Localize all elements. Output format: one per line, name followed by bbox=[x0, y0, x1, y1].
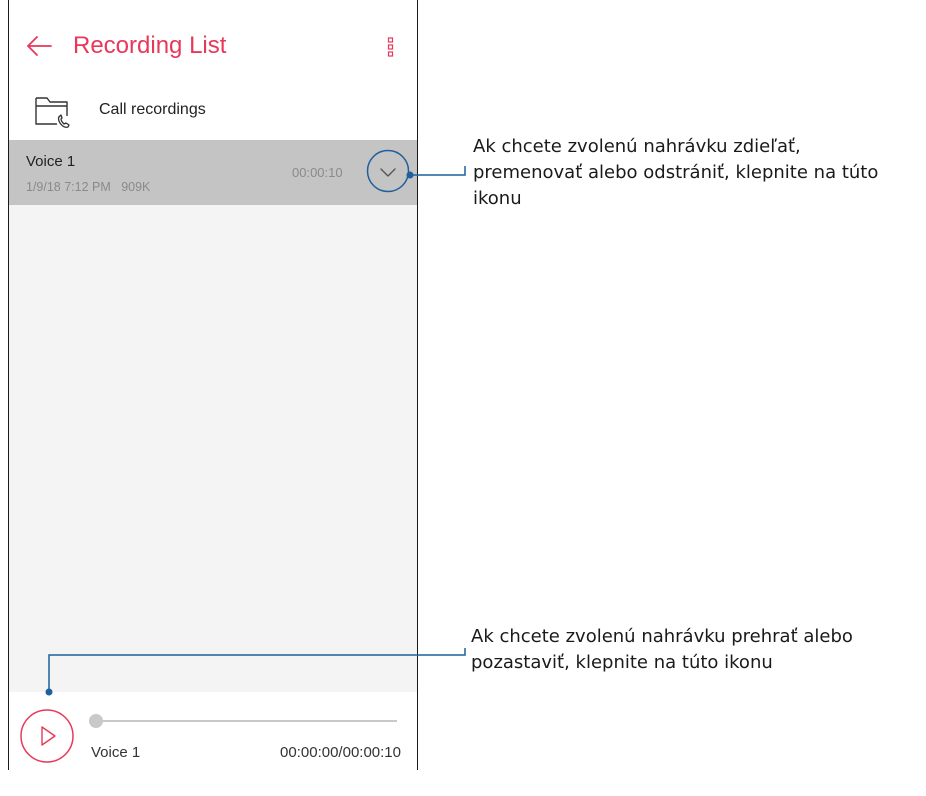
recording-list: Voice 1 1/9/18 7:12 PM 909K 00:00:10 bbox=[9, 140, 417, 692]
player-track-name: Voice 1 bbox=[91, 744, 141, 761]
recording-duration: 00:00:10 bbox=[292, 165, 343, 180]
recording-meta: 1/9/18 7:12 PM 909K bbox=[26, 180, 151, 194]
call-recordings-folder[interactable]: Call recordings bbox=[9, 90, 417, 140]
seek-thumb[interactable] bbox=[89, 714, 103, 728]
folder-phone-icon bbox=[35, 97, 70, 128]
app-bar: Recording List bbox=[9, 0, 417, 90]
player-time: 00:00:00/00:00:10 bbox=[280, 744, 401, 761]
phone-screen: Recording List Call recordings Voice 1 1… bbox=[8, 0, 418, 770]
callout-expand-text: Ak chcete zvolenú nahrávku zdieľať, prem… bbox=[473, 136, 879, 209]
recording-row[interactable]: Voice 1 1/9/18 7:12 PM 909K 00:00:10 bbox=[9, 140, 417, 205]
folder-label: Call recordings bbox=[99, 101, 206, 118]
callout-play-text: Ak chcete zvolenú nahrávku prehrať alebo… bbox=[471, 626, 853, 673]
page-title: Recording List bbox=[73, 32, 227, 59]
more-vertical-icon[interactable] bbox=[385, 36, 397, 58]
player-bar: Voice 1 00:00:00/00:00:10 bbox=[9, 692, 417, 770]
arrow-left-icon[interactable] bbox=[25, 34, 53, 58]
seek-track bbox=[89, 720, 397, 722]
chevron-down-icon[interactable] bbox=[366, 149, 410, 193]
play-icon[interactable] bbox=[19, 708, 75, 764]
recording-name: Voice 1 bbox=[26, 153, 76, 170]
seek-slider[interactable] bbox=[89, 713, 397, 729]
